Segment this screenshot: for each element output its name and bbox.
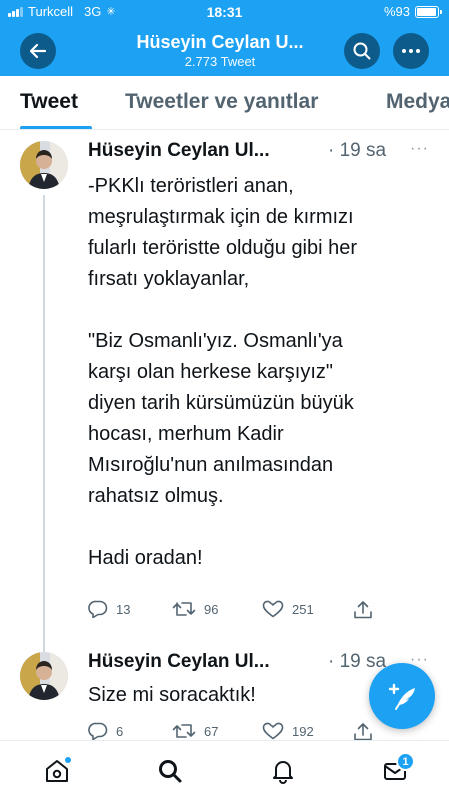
tab-tweets-and-replies[interactable]: Tweetler ve yanıtlar [125, 90, 318, 114]
profile-header: Turkcell 3G ✳ 18:31 %93 Hüseyin Ceylan U… [0, 0, 449, 76]
tweet-count: 2.773 Tweet [184, 54, 256, 69]
ellipsis-icon [402, 49, 420, 53]
author-name[interactable]: Hüseyin Ceylan Ul... [88, 140, 270, 162]
messages-badge: 1 [396, 752, 415, 771]
search-button[interactable] [344, 33, 380, 69]
bottom-navigation: 1 [0, 740, 449, 800]
retweet-button[interactable]: 67 [172, 722, 218, 740]
tweet[interactable]: Hüseyin Ceylan Ul... · 19 sa ··· -PKKlı … [0, 131, 449, 639]
share-icon [354, 601, 372, 619]
author-name[interactable]: Hüseyin Ceylan Ul... [88, 651, 270, 673]
tweet-text: -PKKlı teröristleri anan, meşrulaştırmak… [88, 175, 358, 569]
active-tab-indicator [20, 126, 92, 129]
profile-tabs: Tweet Tweetler ve yanıtlar Medya [0, 76, 449, 130]
tab-media[interactable]: Medya [386, 90, 449, 114]
battery-percent: %93 [383, 4, 410, 19]
thread-line [43, 636, 45, 652]
nav-search[interactable] [154, 755, 186, 787]
share-button[interactable] [353, 722, 373, 742]
like-button[interactable]: 192 [262, 722, 314, 740]
reply-button[interactable]: 6 [88, 722, 123, 740]
tweet-actions: 13 96 251 [88, 600, 388, 622]
battery-icon [415, 5, 442, 18]
bell-icon [273, 761, 293, 784]
tweet-menu-button[interactable]: ··· [410, 140, 429, 158]
arrow-left-icon [29, 43, 47, 59]
like-count: 251 [292, 601, 314, 617]
reply-button[interactable]: 13 [88, 600, 130, 618]
clock: 18:31 [206, 4, 243, 20]
search-icon [159, 760, 182, 783]
nav-home[interactable] [41, 755, 73, 787]
share-icon [354, 723, 372, 741]
tab-tweets[interactable]: Tweet [20, 90, 78, 114]
thread-line [43, 195, 45, 639]
heart-icon [262, 600, 284, 618]
avatar[interactable] [20, 652, 68, 700]
avatar-photo-icon [20, 652, 68, 700]
back-button[interactable] [20, 33, 56, 69]
tweet-header: Hüseyin Ceylan Ul... · 19 sa ··· [88, 140, 437, 166]
tweet-time[interactable]: · 19 sa [328, 651, 386, 673]
like-count: 192 [292, 723, 314, 739]
tweet-time[interactable]: · 19 sa [328, 140, 386, 162]
more-options-button[interactable] [393, 33, 429, 69]
avatar-photo-icon [20, 141, 68, 189]
search-icon [353, 42, 371, 60]
reply-icon [88, 722, 108, 740]
profile-name-title: Hüseyin Ceylan U... [136, 32, 304, 52]
retweet-icon [172, 724, 196, 738]
feather-plus-icon [388, 683, 415, 710]
retweet-count: 96 [204, 601, 219, 617]
compose-tweet-button[interactable] [369, 663, 435, 729]
retweet-count: 67 [204, 723, 219, 739]
reply-count: 13 [116, 601, 131, 617]
nav-messages[interactable]: 1 [379, 752, 415, 787]
heart-icon [262, 722, 284, 740]
avatar[interactable] [20, 141, 68, 189]
new-content-dot [65, 757, 71, 763]
nav-notifications[interactable] [267, 755, 299, 787]
navigation-bar: Hüseyin Ceylan U... 2.773 Tweet [0, 24, 449, 76]
share-button[interactable] [353, 600, 373, 620]
retweet-button[interactable]: 96 [172, 600, 218, 618]
like-button[interactable]: 251 [262, 600, 314, 618]
reply-icon [88, 600, 108, 618]
status-bar: Turkcell 3G ✳ 18:31 %93 [0, 0, 449, 24]
retweet-icon [172, 602, 196, 616]
reply-count: 6 [116, 723, 124, 739]
